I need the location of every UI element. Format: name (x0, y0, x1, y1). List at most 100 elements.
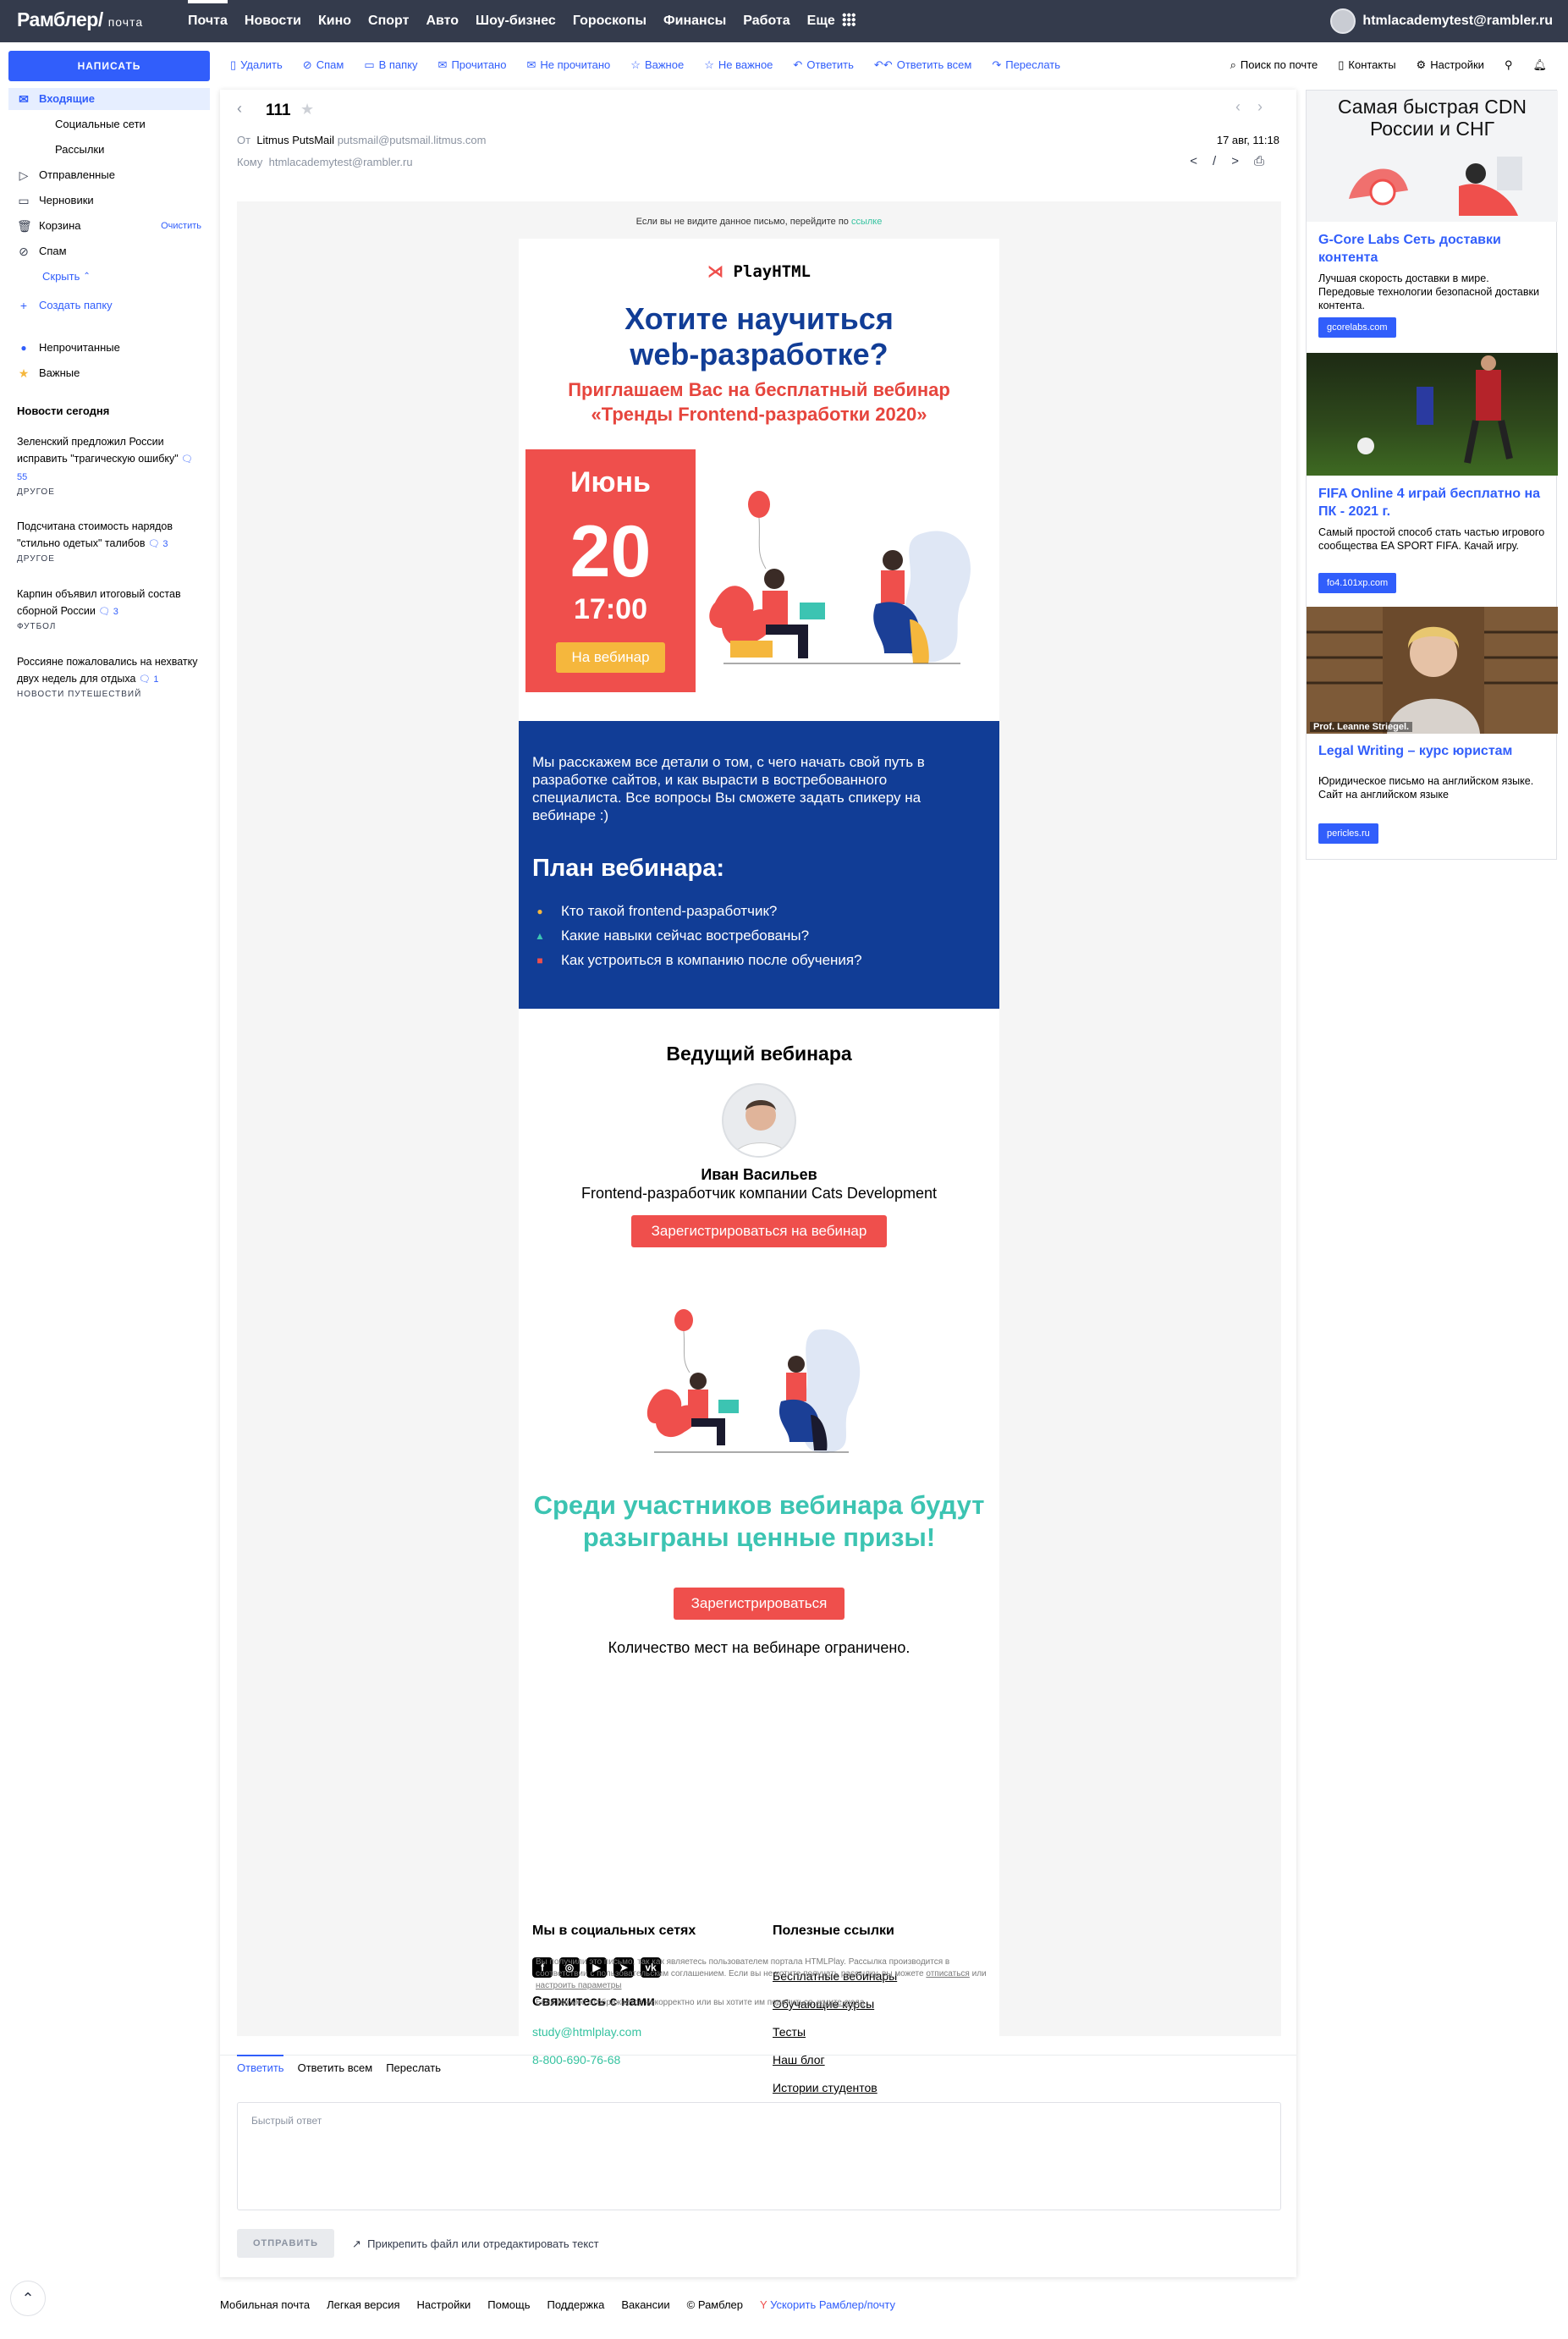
share-link[interactable]: жмите сюда (817, 1998, 865, 2007)
register-webinar-button[interactable]: Зарегистрироваться на вебинар (631, 1215, 887, 1247)
recipient-email[interactable]: htmlacademytest@rambler.ru (269, 156, 413, 168)
ads-column: Самая быстрая CDN России и СНГ G-Core La… (1306, 90, 1558, 861)
intro-text: Мы расскажем все детали о том, с чего на… (532, 754, 925, 823)
folder-drafts[interactable]: ▭ Черновики (8, 190, 210, 212)
next-message-icon[interactable]: › (1257, 98, 1279, 115)
to-webinar-button[interactable]: На вебинар (556, 642, 665, 673)
register-button[interactable]: Зарегистрироваться (674, 1588, 845, 1620)
attach-link[interactable]: ↗ Прикрепить файл или отредактировать те… (352, 2237, 599, 2251)
prev-message-icon[interactable]: ‹ (1235, 98, 1257, 115)
nav-finance[interactable]: Финансы (663, 0, 726, 42)
quick-reply-input[interactable]: Быстрый ответ (237, 2102, 1281, 2210)
spam-label: Спам (316, 58, 344, 71)
mail-search-button[interactable]: ⌕ Поиск по почте (1230, 58, 1318, 72)
ad-url-button[interactable]: gcorelabs.com (1318, 317, 1396, 338)
spam-button[interactable]: ⊘ Спам (303, 58, 344, 72)
nav-showbiz[interactable]: Шоу-бизнес (476, 0, 556, 42)
notifications-button[interactable]: 🔔︎ (1532, 58, 1547, 72)
ad-url-button[interactable]: pericles.ru (1318, 823, 1378, 844)
news-item[interactable]: Зеленский предложил России исправить "тр… (17, 433, 205, 499)
useful-link[interactable]: Истории студентов (773, 2081, 878, 2094)
footer-link[interactable]: Поддержка (547, 2298, 605, 2311)
footer-link[interactable]: Вакансии (621, 2298, 669, 2311)
hide-folders-link[interactable]: Скрыть ⌃ (8, 266, 210, 288)
reply-button[interactable]: ↶ Ответить (793, 58, 853, 72)
nav-kino[interactable]: Кино (318, 0, 351, 42)
nav-sport[interactable]: Спорт (368, 0, 409, 42)
mark-not-important-button[interactable]: ☆ Не важное (704, 58, 773, 72)
empty-trash-link[interactable]: Очистить (161, 215, 201, 237)
contact-email-link[interactable]: study@htmlplay.com (532, 2025, 641, 2039)
message-subject: 111 (266, 102, 291, 119)
mark-unread-button[interactable]: ✉ Не прочитано (526, 58, 610, 72)
forward-button[interactable]: ↷ Переслать (992, 58, 1060, 72)
nav-mail[interactable]: Почта (188, 0, 228, 42)
contacts-button[interactable]: ▯ Контакты (1338, 58, 1395, 72)
folder-mailings[interactable]: Рассылки (8, 139, 210, 161)
mark-read-button[interactable]: ✉ Прочитано (438, 58, 507, 72)
nav-news[interactable]: Новости (245, 0, 301, 42)
move-label: В папку (378, 58, 418, 71)
scroll-top-button[interactable]: ⌃ (10, 2281, 46, 2316)
speed-up-link[interactable]: Y Ускорить Рамблер/почту (760, 2298, 895, 2311)
comment-icon: 🗨 (181, 454, 194, 465)
news-item[interactable]: Карпин объявил итоговый состав сборной Р… (17, 586, 205, 634)
code-view-icon[interactable]: </> (1190, 154, 1254, 168)
create-folder-link[interactable]: + Создать папку (8, 294, 210, 316)
plus-icon: + (19, 299, 28, 312)
trash-icon: 🗑 (17, 219, 32, 233)
footer-link[interactable]: Мобильная почта (220, 2298, 310, 2311)
useful-link[interactable]: Тесты (773, 2025, 806, 2039)
nav-more[interactable]: Еще (807, 0, 856, 42)
reply-all-button[interactable]: ↶↶ Ответить всем (874, 58, 971, 72)
chevron-up-icon: ⌃ (83, 272, 91, 281)
footer-link[interactable]: Настройки (417, 2298, 471, 2311)
ad-card[interactable]: Самая быстрая CDN России и СНГ G-Core La… (1307, 91, 1558, 344)
news-item[interactable]: Подсчитана стоимость нарядов "стильно од… (17, 518, 205, 566)
useful-links-heading: Полезные ссылки (773, 1923, 894, 1938)
delete-button[interactable]: ▯ Удалить (230, 58, 283, 72)
webinar-day: 20 (569, 511, 652, 592)
tips-button[interactable]: ⚲ (1505, 58, 1513, 72)
view-in-browser-link[interactable]: ссылке (851, 217, 882, 227)
send-button[interactable]: ОТПРАВИТЬ (237, 2229, 334, 2258)
rambler-mail-logo[interactable]: Рамблер/почта (17, 8, 143, 31)
host-name: Иван Васильев (701, 1166, 817, 1183)
folder-spam[interactable]: ⊘ Спам (8, 240, 210, 262)
ad-card[interactable]: Prof. Leanne Striegel. Legal Writing – к… (1307, 607, 1558, 861)
unsubscribe-link[interactable]: отписаться (926, 1969, 969, 1979)
mark-important-button[interactable]: ☆ Важное (630, 58, 684, 72)
host-heading: Ведущий вебинара (666, 1043, 852, 1065)
star-icon[interactable]: ★ (300, 101, 314, 118)
ad-card[interactable]: FIFA Online 4 играй бесплатно на ПК - 20… (1307, 353, 1558, 598)
sender-email[interactable]: putsmail@putsmail.litmus.com (338, 134, 487, 146)
tab-forward[interactable]: Переслать (386, 2061, 441, 2079)
ad-url-button[interactable]: fo4.101xp.com (1318, 573, 1397, 593)
move-to-folder-button[interactable]: ▭ В папку (364, 58, 417, 72)
folder-social[interactable]: Социальные сети (8, 113, 210, 135)
settings-button[interactable]: ⚙ Настройки (1417, 58, 1484, 72)
folder-inbox[interactable]: ✉ Входящие (8, 88, 210, 110)
tab-reply-all[interactable]: Ответить всем (298, 2061, 373, 2079)
news-category: ДРУГОЕ (17, 554, 55, 564)
footer-link[interactable]: Легкая версия (327, 2298, 399, 2311)
filter-unread[interactable]: ● Непрочитанные (8, 337, 210, 359)
news-item[interactable]: Россияне пожаловались на нехватку двух н… (17, 653, 205, 702)
filter-important[interactable]: ★ Важные (8, 362, 210, 384)
back-arrow-icon[interactable]: ‹ (237, 100, 242, 118)
nav-horoscopes[interactable]: Гороскопы (573, 0, 646, 42)
print-icon[interactable]: ⎙ (1254, 154, 1279, 168)
folder-sent[interactable]: ▷ Отправленные (8, 164, 210, 186)
sender-name[interactable]: Litmus PutsMail (256, 134, 334, 146)
nav-auto[interactable]: Авто (426, 0, 459, 42)
circle-bullet-icon: ● (536, 905, 543, 917)
footer-link[interactable]: Помощь (487, 2298, 530, 2311)
tab-reply[interactable]: Ответить (237, 2061, 284, 2079)
account-menu[interactable]: htmlacademytest@rambler.ru (1330, 8, 1553, 34)
folder-trash[interactable]: 🗑 Корзина Очистить (8, 215, 210, 237)
legal-text: Если письмо отображается некорректно или… (536, 1998, 816, 2007)
settings-link[interactable]: настроить параметры (536, 1981, 621, 1990)
nav-work[interactable]: Работа (743, 0, 790, 42)
compose-button[interactable]: НАПИСАТЬ (8, 51, 210, 81)
lightbulb-icon: ⚲ (1504, 58, 1513, 71)
